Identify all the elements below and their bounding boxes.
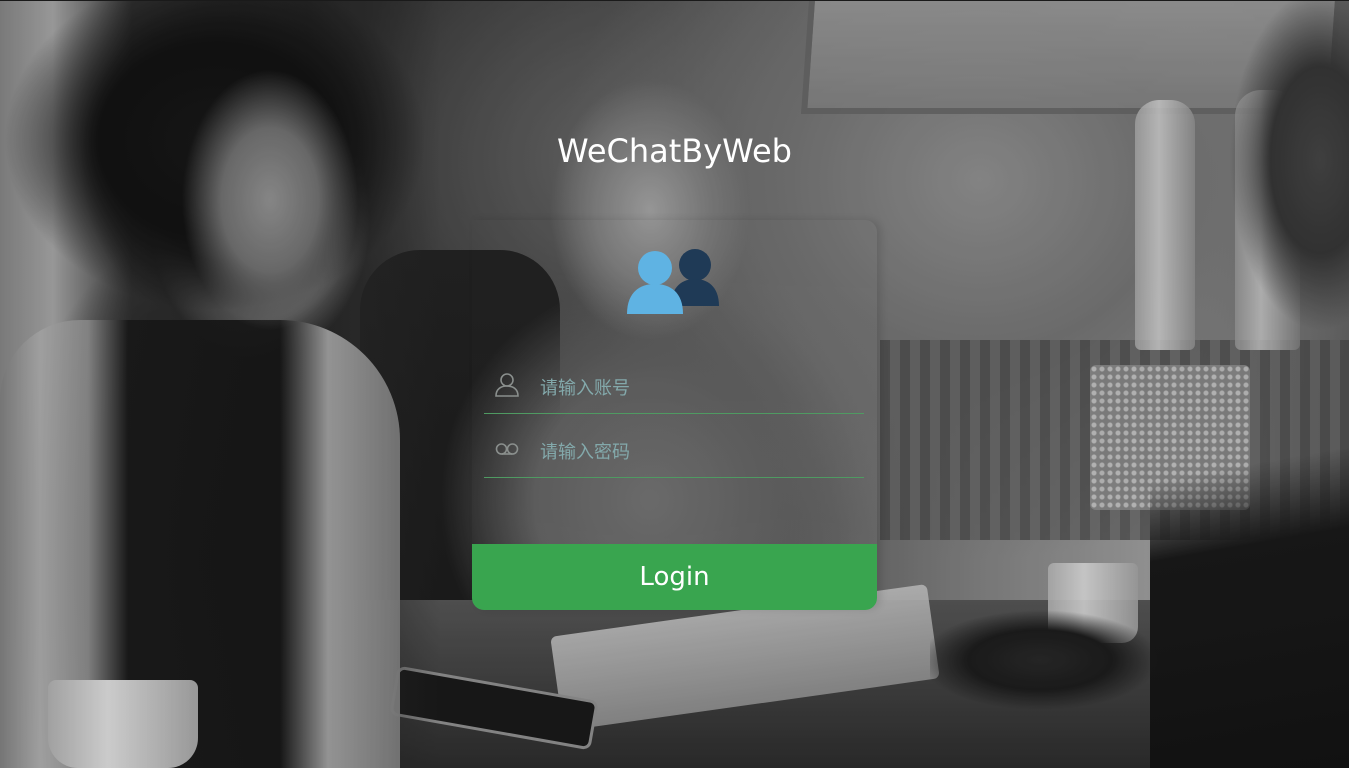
login-screen: WeChatByWeb 请输入账号 Login — [0, 0, 1349, 768]
password-field — [484, 427, 864, 478]
account-field — [484, 363, 864, 414]
lock-icon — [495, 443, 519, 455]
login-panel: WeChatByWeb 请输入账号 Login — [472, 100, 877, 610]
user-icon — [495, 373, 519, 397]
users-icon — [627, 249, 719, 314]
account-input[interactable] — [540, 371, 850, 405]
login-button[interactable]: Login — [472, 544, 877, 610]
app-title: WeChatByWeb — [557, 132, 792, 170]
top-border — [0, 0, 1349, 1]
password-input[interactable] — [540, 435, 850, 469]
